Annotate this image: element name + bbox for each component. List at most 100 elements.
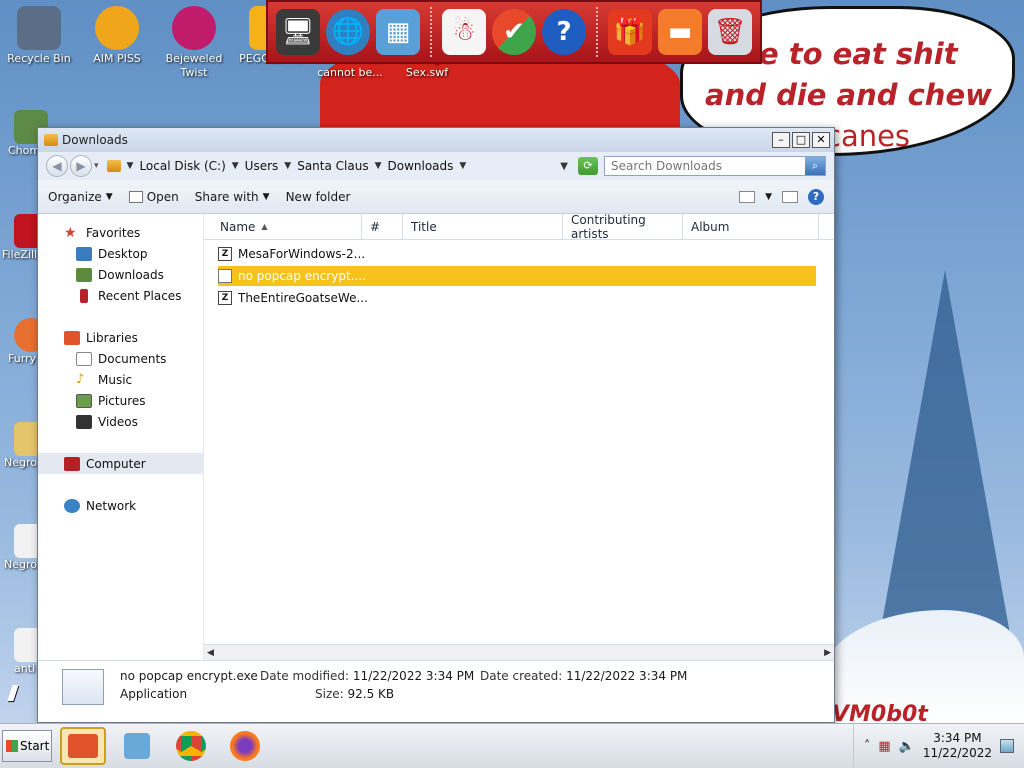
computer-santa-icon[interactable]: 🖥: [276, 9, 320, 55]
film-icon: [76, 414, 92, 429]
details-file-info: no popcap encrypt.exe Application: [120, 667, 260, 703]
desktop-icon-label: Chom: [8, 144, 41, 157]
show-hidden-icons-icon[interactable]: ˄: [864, 739, 871, 754]
taskbar-firefox-button[interactable]: [222, 727, 268, 765]
chevron-down-icon[interactable]: ▼: [375, 161, 382, 171]
column-header-number[interactable]: #: [362, 214, 403, 239]
chevron-down-icon[interactable]: ▼: [765, 192, 772, 202]
breadcrumb-item[interactable]: Downloads: [388, 159, 454, 173]
forward-button[interactable]: ▶: [70, 155, 92, 177]
search-icon[interactable]: ⌕: [805, 157, 825, 175]
chevron-down-icon[interactable]: ▼: [232, 161, 239, 171]
application-icon: [128, 190, 143, 203]
desktop-icon-recycle-bin[interactable]: Recycle Bin: [2, 6, 76, 66]
share-with-button[interactable]: Share with ▼: [195, 190, 270, 204]
nav-item-network[interactable]: Network: [38, 495, 203, 516]
recent-pages-dropdown-icon[interactable]: ▾: [94, 161, 99, 171]
organize-button[interactable]: Organize ▼: [48, 190, 113, 204]
nav-item-documents[interactable]: Documents: [38, 348, 203, 369]
scroll-right-icon[interactable]: ▶: [824, 648, 831, 658]
desktop-icon-aim[interactable]: AIM PISS: [80, 6, 154, 66]
file-row-selected[interactable]: no popcap encrypt....: [218, 266, 816, 286]
network-icon[interactable]: ▦: [376, 9, 420, 55]
details-filename: no popcap encrypt.exe: [120, 669, 258, 683]
windows-logo-icon[interactable]: ✔: [492, 9, 536, 55]
details-dates: Date modified: 11/22/2022 3:34 PM Size: …: [260, 667, 480, 703]
new-folder-button[interactable]: New folder: [286, 190, 351, 204]
close-button[interactable]: ✕: [812, 132, 830, 148]
help-icon[interactable]: ?: [542, 9, 586, 55]
volume-icon[interactable]: 🔈: [899, 739, 915, 754]
nav-item-music[interactable]: ♪ Music: [38, 369, 203, 390]
taskbar-chrome-button[interactable]: [168, 727, 214, 765]
folder-icon[interactable]: ▬: [658, 9, 702, 55]
chevron-down-icon[interactable]: ▼: [459, 161, 466, 171]
minimize-button[interactable]: –: [772, 132, 790, 148]
nav-item-pictures[interactable]: Pictures: [38, 390, 203, 411]
size-value: 92.5 KB: [347, 687, 395, 701]
column-header-title[interactable]: Title: [403, 214, 563, 239]
globe-icon[interactable]: 🌐: [326, 9, 370, 55]
desktop-icon-label: Bejeweled Twist: [165, 52, 223, 79]
libraries-icon: [64, 330, 80, 345]
share-with-label: Share with: [194, 189, 259, 204]
column-header-contributing-artists[interactable]: Contributing artists: [563, 212, 683, 241]
nav-item-recent-places[interactable]: Recent Places: [38, 285, 203, 306]
column-label: Contributing artists: [571, 212, 646, 241]
column-header-name[interactable]: Name ▲: [204, 214, 362, 239]
desktop-icon-label: Negro: [4, 456, 37, 469]
breadcrumb-item[interactable]: Users: [245, 159, 279, 173]
back-button[interactable]: ◀: [46, 155, 68, 177]
network-status-icon[interactable]: ▦: [878, 739, 890, 754]
nav-gap: [38, 474, 203, 495]
snowman-icon[interactable]: ☃: [442, 9, 486, 55]
archive-file-icon: Z: [218, 247, 232, 261]
open-button[interactable]: Open: [128, 189, 179, 204]
organize-label: Organize: [48, 189, 102, 204]
preview-pane-icon[interactable]: [782, 190, 798, 203]
nav-label: Music: [98, 372, 133, 387]
desktop-icon-label: Recycle Bin: [7, 52, 71, 65]
desktop-icon-label: AIM PISS: [93, 52, 141, 65]
window-title: Downloads: [62, 133, 128, 147]
show-desktop-button[interactable]: [1000, 739, 1014, 753]
taskbar-media-button[interactable]: [114, 727, 160, 765]
change-view-icon[interactable]: [739, 190, 756, 203]
nav-item-downloads[interactable]: Downloads: [38, 264, 203, 285]
desktop-icon-bejeweled[interactable]: Bejeweled Twist: [157, 6, 231, 80]
start-button[interactable]: Start: [2, 730, 52, 762]
folder-icon: [44, 134, 58, 146]
nav-item-libraries[interactable]: Libraries: [38, 327, 203, 348]
scroll-left-icon[interactable]: ◀: [207, 648, 214, 658]
maximize-button[interactable]: □: [792, 132, 810, 148]
documents-icon: [76, 351, 92, 366]
clock[interactable]: 3:34 PM 11/22/2022: [923, 731, 992, 761]
horizontal-scrollbar[interactable]: ◀ ▶: [204, 644, 834, 660]
taskbar-explorer-button[interactable]: [60, 727, 106, 765]
column-header-album[interactable]: Album: [683, 214, 819, 239]
gift-icon[interactable]: 🎁: [608, 9, 652, 55]
nav-label: Downloads: [98, 267, 164, 282]
refresh-button[interactable]: ⟳: [578, 157, 598, 175]
nav-label: Computer: [86, 456, 146, 471]
nav-item-desktop[interactable]: Desktop: [38, 243, 203, 264]
file-list-pane: Name ▲ # Title Contributing artists Albu…: [204, 212, 834, 660]
chevron-down-icon[interactable]: ▼: [284, 161, 291, 171]
window-titlebar[interactable]: Downloads – □ ✕: [38, 128, 834, 152]
nav-item-favorites[interactable]: ★ Favorites: [38, 222, 203, 243]
file-row[interactable]: Z MesaForWindows-2...: [218, 244, 365, 264]
breadcrumb-item[interactable]: Santa Claus: [297, 159, 368, 173]
trash-icon[interactable]: 🗑: [708, 9, 752, 55]
address-history-dropdown-icon[interactable]: ▼: [560, 161, 568, 172]
file-row[interactable]: Z TheEntireGoatseWe...: [218, 288, 368, 308]
breadcrumb-item[interactable]: Local Disk (C:): [139, 159, 225, 173]
help-icon[interactable]: ?: [808, 188, 824, 205]
nav-label: Desktop: [98, 246, 148, 261]
sort-ascending-icon: ▲: [261, 222, 268, 231]
search-input[interactable]: [605, 158, 805, 174]
chevron-down-icon[interactable]: ▼: [127, 161, 134, 171]
file-name: TheEntireGoatseWe...: [238, 291, 368, 305]
open-label: Open: [146, 189, 179, 204]
nav-item-computer[interactable]: Computer: [38, 453, 203, 474]
nav-item-videos[interactable]: Videos: [38, 411, 203, 432]
